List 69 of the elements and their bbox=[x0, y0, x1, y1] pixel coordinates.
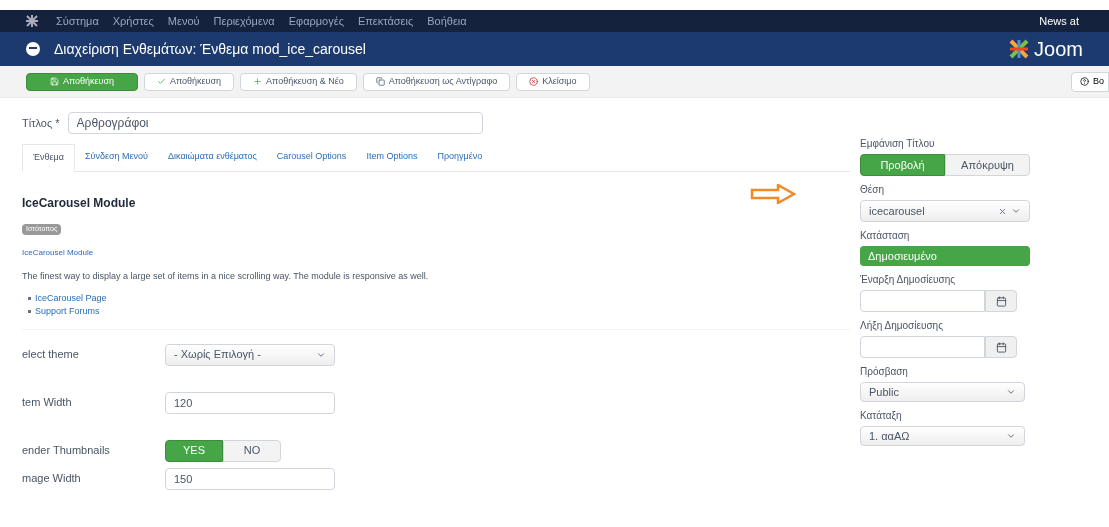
toolbar-button[interactable]: Αποθήκευση & Νέο bbox=[240, 72, 357, 91]
menu-item[interactable]: Επεκτάσεις bbox=[357, 12, 414, 30]
bullet-icon bbox=[28, 296, 31, 300]
module-link[interactable]: IceCarousel Module bbox=[22, 248, 94, 257]
caret-icon bbox=[1006, 387, 1016, 397]
plus-icon bbox=[253, 77, 263, 86]
close-icon bbox=[529, 77, 539, 86]
module-heading: IceCarousel Module bbox=[22, 196, 136, 210]
menu-item[interactable]: Χρήστες bbox=[112, 12, 154, 30]
field-label: tem Width bbox=[22, 395, 73, 411]
tab[interactable]: Σύνδεση Μενού bbox=[74, 143, 158, 171]
toggle-option[interactable]: Απόκρυψη bbox=[945, 154, 1030, 176]
joomla-icon[interactable] bbox=[26, 15, 38, 27]
resource-link[interactable]: Support Forums bbox=[35, 305, 100, 319]
toolbar-button[interactable]: Αποθήκευση bbox=[144, 72, 235, 91]
field-label: Κατάταξη bbox=[860, 409, 903, 423]
calendar-icon bbox=[995, 295, 1007, 307]
bullet-icon bbox=[28, 310, 31, 314]
save-icon bbox=[49, 77, 59, 86]
clear-icon[interactable] bbox=[998, 206, 1007, 216]
title-label: Τίτλος * bbox=[22, 115, 60, 131]
menu-item[interactable]: Περιεχόμενα bbox=[213, 12, 275, 30]
field-label: mage Width bbox=[22, 471, 82, 487]
tab[interactable]: Item Options bbox=[356, 143, 428, 171]
field-label: Θέση bbox=[860, 183, 885, 197]
menu-item[interactable]: Εφαρμογές bbox=[288, 12, 344, 30]
title-field[interactable]: Αρθρογράφοι bbox=[67, 112, 483, 134]
calendar-button[interactable] bbox=[985, 290, 1017, 312]
tab[interactable]: Ένθεμα bbox=[22, 144, 75, 172]
menu-item[interactable]: Μενού bbox=[167, 12, 200, 30]
calendar-button[interactable] bbox=[985, 336, 1017, 358]
caret-icon bbox=[1011, 206, 1021, 216]
select-field[interactable]: - Χωρίς Επιλογή - bbox=[165, 343, 335, 366]
date-field[interactable] bbox=[860, 290, 985, 312]
field-label: Πρόσβαση bbox=[860, 365, 909, 379]
date-field[interactable] bbox=[860, 336, 985, 358]
page-title: Διαχείριση Ενθεμάτων: Ένθεμα mod_ice_carousel bbox=[54, 39, 366, 59]
module-icon bbox=[26, 42, 40, 56]
field-label: ender Thumbnails bbox=[22, 443, 111, 459]
help-icon bbox=[1080, 77, 1089, 86]
arrow-icon bbox=[750, 184, 796, 204]
copy-icon bbox=[375, 77, 385, 86]
field-label: elect theme bbox=[22, 347, 80, 363]
resource-link[interactable]: IceCarousel Page bbox=[35, 291, 107, 305]
select-field[interactable]: icecarousel bbox=[860, 200, 1030, 222]
toggle-option[interactable]: NO bbox=[223, 439, 281, 462]
menu-item[interactable]: Βοήθεια bbox=[427, 12, 467, 30]
input-field[interactable]: 120 bbox=[165, 391, 335, 414]
field-label: Λήξη Δημοσίευσης bbox=[860, 319, 944, 333]
caret-icon bbox=[1006, 431, 1016, 441]
field-label: Έναρξη Δημοσίευσης bbox=[860, 273, 956, 287]
select-field[interactable]: 1. ααΑΩ bbox=[860, 426, 1025, 446]
tab[interactable]: Δικαιώματα ενθέματος bbox=[158, 143, 267, 171]
tab[interactable]: Carousel Options bbox=[266, 143, 357, 171]
check-icon bbox=[157, 77, 166, 86]
input-field[interactable]: 150 bbox=[165, 467, 335, 490]
logo-text: Joom bbox=[1034, 37, 1083, 62]
logo-icon bbox=[1008, 38, 1031, 60]
select-field[interactable]: Public bbox=[860, 382, 1025, 402]
module-description: The finest way to display a large set of items in a nice scrolling way. The module is responsive as well. bbox=[22, 270, 430, 283]
menu-item[interactable]: Σύστημα bbox=[56, 12, 99, 30]
calendar-icon bbox=[995, 341, 1007, 353]
toolbar-button[interactable]: Κλείσιμο bbox=[516, 72, 590, 91]
tab[interactable]: Προηγμένο bbox=[427, 143, 493, 171]
toolbar-button[interactable]: Αποθήκευση ως Αντίγραφο bbox=[362, 72, 511, 91]
field-label: Κατάσταση bbox=[860, 229, 911, 243]
field-label: Εμφάνιση Τίτλου bbox=[860, 137, 936, 151]
user-menu[interactable]: News at bbox=[1039, 12, 1079, 30]
help-button[interactable]: Βο bbox=[1071, 71, 1109, 92]
